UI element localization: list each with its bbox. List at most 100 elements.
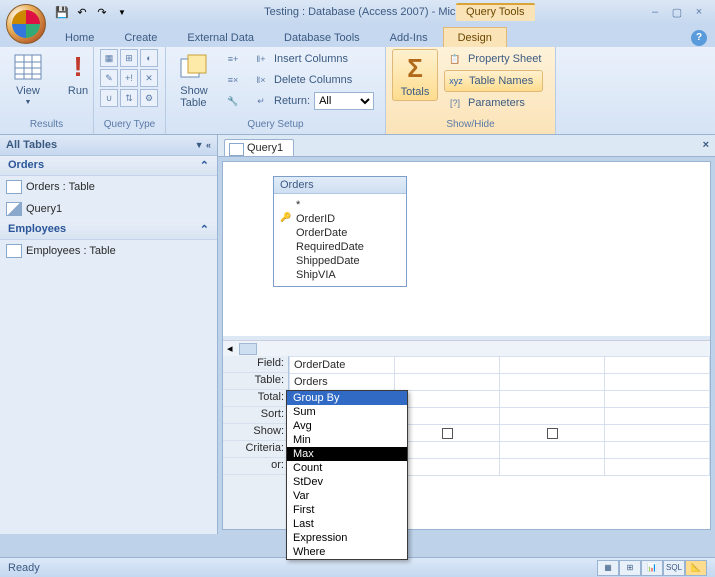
nav-group-employees[interactable]: Employees⌃ xyxy=(0,220,217,240)
nav-group-orders-label: Orders xyxy=(8,159,44,172)
cell-field-2[interactable] xyxy=(395,357,500,374)
insert-columns-button[interactable]: ‖+ Insert Columns xyxy=(250,49,376,69)
return-icon: ↵ xyxy=(252,92,270,110)
dropdown-option-first[interactable]: First xyxy=(287,503,407,517)
field-requireddate[interactable]: RequiredDate xyxy=(282,240,398,254)
append-query-icon[interactable]: +! xyxy=(120,69,138,87)
parameters-label: Parameters xyxy=(468,97,525,109)
passthrough-query-icon[interactable]: ⇅ xyxy=(120,89,138,107)
nav-collapse-icon[interactable]: ▼ « xyxy=(195,140,211,150)
nav-item-orders-table[interactable]: Orders : Table xyxy=(0,176,217,198)
design-view-shortcut[interactable]: 📐 xyxy=(685,560,707,576)
dropdown-option-avg[interactable]: Avg xyxy=(287,419,407,433)
diagram-pane[interactable]: Orders * OrderID OrderDate RequiredDate … xyxy=(223,162,710,340)
dropdown-option-last[interactable]: Last xyxy=(287,517,407,531)
help-button[interactable]: ? xyxy=(691,30,707,46)
undo-icon[interactable]: ↶ xyxy=(74,4,90,20)
return-row: ↵Return: All xyxy=(250,91,376,111)
cell-field-1[interactable]: OrderDate xyxy=(290,357,395,374)
nav-item-employees-table[interactable]: Employees : Table xyxy=(0,240,217,262)
tab-design[interactable]: Design xyxy=(443,27,507,47)
dropdown-option-where[interactable]: Where xyxy=(287,545,407,559)
show-checkbox-2[interactable] xyxy=(442,428,453,439)
insert-cols-label: Insert Columns xyxy=(274,53,348,65)
datasheet-view-shortcut[interactable]: ▦ xyxy=(597,560,619,576)
run-label: Run xyxy=(68,85,88,97)
nav-header[interactable]: All Tables ▼ « xyxy=(0,135,217,156)
totals-label: Totals xyxy=(401,86,430,98)
dropdown-option-groupby[interactable]: Group By xyxy=(287,391,407,405)
maximize-button[interactable]: ▢ xyxy=(669,6,685,19)
parameters-button[interactable]: [?]Parameters xyxy=(444,93,543,113)
crosstab-query-icon[interactable]: ⊞ xyxy=(120,49,138,67)
property-sheet-label: Property Sheet xyxy=(468,53,541,65)
pivottable-view-shortcut[interactable]: ⊞ xyxy=(619,560,641,576)
delete-cols-icon: ‖× xyxy=(252,71,270,89)
show-table-button[interactable]: Show Table xyxy=(172,49,216,111)
builder-button[interactable]: 🔧 xyxy=(222,91,244,111)
save-icon[interactable]: 💾 xyxy=(54,4,70,20)
dropdown-option-count[interactable]: Count xyxy=(287,461,407,475)
tab-create[interactable]: Create xyxy=(109,27,172,47)
group-label-querytype: Query Type xyxy=(100,119,159,133)
field-star[interactable]: * xyxy=(282,198,398,212)
dropdown-option-stdev[interactable]: StDev xyxy=(287,475,407,489)
insert-rows-button[interactable]: ≡+ xyxy=(222,49,244,69)
dropdown-option-max[interactable]: Max xyxy=(287,447,407,461)
insert-cols-icon: ‖+ xyxy=(252,50,270,68)
dropdown-option-var[interactable]: Var xyxy=(287,489,407,503)
field-shippeddate[interactable]: ShippedDate xyxy=(282,254,398,268)
dropdown-option-min[interactable]: Min xyxy=(287,433,407,447)
view-button[interactable]: View ▼ xyxy=(6,49,50,108)
document-tab-query1[interactable]: Query1 xyxy=(224,139,294,156)
select-query-icon[interactable]: ▦ xyxy=(100,49,118,67)
delete-columns-button[interactable]: ‖×Delete Columns xyxy=(250,70,376,90)
field-orderdate[interactable]: OrderDate xyxy=(282,226,398,240)
nav-group-orders[interactable]: Orders ⌃ xyxy=(0,156,217,176)
minimize-button[interactable]: – xyxy=(647,6,663,19)
property-sheet-button[interactable]: 📋Property Sheet xyxy=(444,49,543,69)
close-button[interactable]: × xyxy=(691,6,707,19)
show-checkbox-3[interactable] xyxy=(547,428,558,439)
tab-add-ins[interactable]: Add-Ins xyxy=(375,27,443,47)
sql-view-shortcut[interactable]: SQL xyxy=(663,560,685,576)
office-button[interactable] xyxy=(6,4,46,44)
chevron-up-icon: ⌃ xyxy=(200,159,209,172)
document-close-button[interactable]: × xyxy=(703,139,709,151)
field-shipvia[interactable]: ShipVIA xyxy=(282,268,398,282)
status-bar: Ready ▦ ⊞ 📊 SQL 📐 xyxy=(0,557,715,577)
cell-table-1[interactable]: Orders xyxy=(290,374,395,391)
redo-icon[interactable]: ↷ xyxy=(94,4,110,20)
tab-home[interactable]: Home xyxy=(50,27,109,47)
datadef-query-icon[interactable]: ⚙ xyxy=(140,89,158,107)
pivotchart-view-shortcut[interactable]: 📊 xyxy=(641,560,663,576)
office-logo-icon xyxy=(12,10,40,38)
tab-external-data[interactable]: External Data xyxy=(172,27,269,47)
datasheet-view-icon xyxy=(12,51,44,83)
cell-field-3[interactable] xyxy=(500,357,605,374)
table-names-icon: xyz xyxy=(447,72,465,90)
qat-dropdown-icon[interactable]: ▼ xyxy=(114,4,130,20)
nav-group-employees-label: Employees xyxy=(8,223,66,236)
tab-database-tools[interactable]: Database Tools xyxy=(269,27,375,47)
grid-row-labels: Field: Table: Total: Sort: Show: Criteri… xyxy=(223,356,289,529)
delete-query-icon[interactable]: ✕ xyxy=(140,69,158,87)
table-box-orders[interactable]: Orders * OrderID OrderDate RequiredDate … xyxy=(273,176,407,287)
field-orderid[interactable]: OrderID xyxy=(282,212,398,226)
union-query-icon[interactable]: ∪ xyxy=(100,89,118,107)
run-exclaim-icon: ! xyxy=(62,51,94,83)
dropdown-option-expression[interactable]: Expression xyxy=(287,531,407,545)
totals-button[interactable]: Σ Totals xyxy=(392,49,438,101)
cell-field-4[interactable] xyxy=(605,357,710,374)
diagram-scrollbar[interactable]: ◂ xyxy=(223,340,710,356)
return-select[interactable]: All xyxy=(314,92,374,110)
table-names-button[interactable]: xyzTable Names xyxy=(444,70,543,92)
maketable-query-icon[interactable]: ◐ xyxy=(140,49,158,67)
label-total: Total: xyxy=(223,390,288,407)
nav-item-query1[interactable]: Query1 xyxy=(0,198,217,220)
navigation-pane: All Tables ▼ « Orders ⌃ Orders : Table Qu… xyxy=(0,135,218,534)
update-query-icon[interactable]: ✎ xyxy=(100,69,118,87)
total-dropdown[interactable]: Group By Sum Avg Min Max Count StDev Var… xyxy=(286,390,408,560)
delete-rows-button[interactable]: ≡× xyxy=(222,70,244,90)
dropdown-option-sum[interactable]: Sum xyxy=(287,405,407,419)
